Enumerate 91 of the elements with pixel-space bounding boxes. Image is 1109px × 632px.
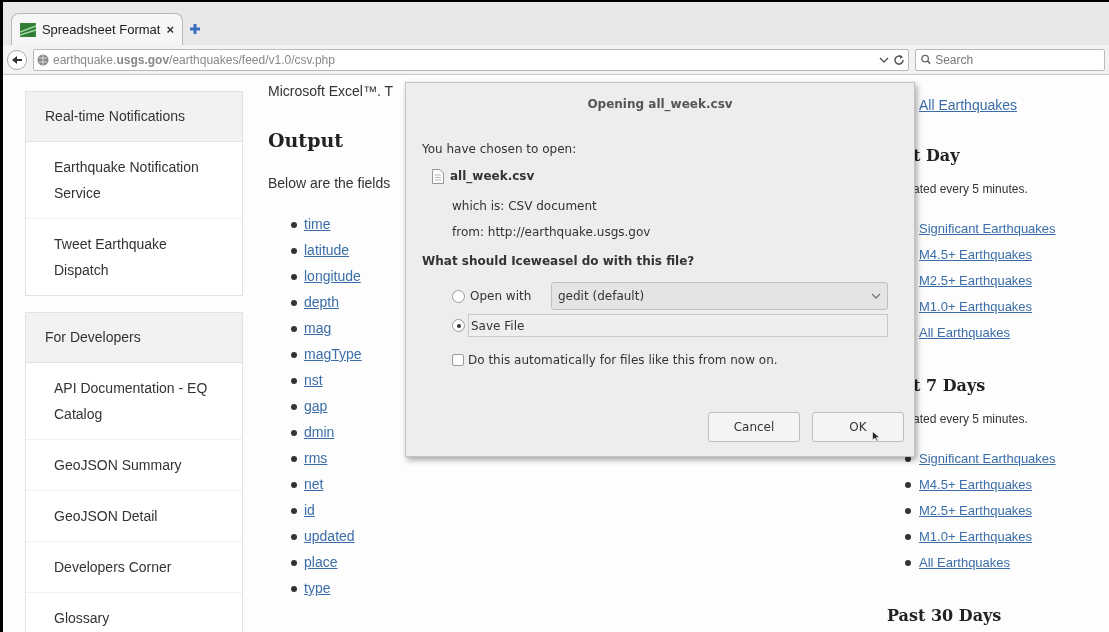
field-link[interactable]: longitude — [304, 266, 361, 287]
field-link[interactable]: mag — [304, 318, 332, 339]
field-link[interactable]: depth — [304, 292, 340, 313]
bullet-icon — [291, 481, 297, 488]
application-dropdown[interactable]: gedit (default) — [551, 282, 888, 310]
mouse-cursor-icon — [872, 431, 880, 442]
field-link[interactable]: dmin — [304, 422, 335, 443]
bullet-icon — [291, 533, 297, 540]
bullet-icon — [291, 507, 297, 514]
field-link[interactable]: type — [304, 578, 331, 599]
earthquake-link[interactable]: Significant Earthquakes — [919, 219, 1056, 239]
bullet-icon — [291, 325, 297, 332]
field-link[interactable]: id — [304, 500, 315, 521]
sidebar-link[interactable]: Earthquake Notification Service — [26, 142, 242, 219]
intro-text: Microsoft Excel™. T — [268, 82, 394, 101]
spreadsheet-icon — [20, 22, 36, 37]
earthquake-link[interactable]: M1.0+ Earthquakes — [919, 527, 1033, 547]
bullet-icon — [291, 299, 297, 306]
bullet-icon — [291, 351, 297, 358]
radio-button[interactable] — [452, 319, 465, 332]
search-icon — [921, 54, 932, 65]
file-source-text: from: http://earthquake.usgs.gov — [452, 224, 652, 241]
field-link[interactable]: nst — [304, 370, 323, 391]
bullet-icon — [291, 455, 297, 462]
field-link[interactable]: rms — [304, 448, 328, 469]
dialog-text: You have chosen to open: — [422, 141, 578, 158]
field-link[interactable]: time — [304, 214, 331, 235]
earthquake-link[interactable]: M1.0+ Earthquakes — [919, 297, 1033, 317]
earthquake-link[interactable]: M4.5+ Earthquakes — [919, 245, 1033, 265]
bullet-icon — [291, 585, 297, 592]
field-link[interactable]: magType — [304, 344, 362, 365]
tab-title: Spreadsheet Format — [41, 20, 161, 39]
earthquake-link[interactable]: All Earthquakes — [919, 553, 1011, 573]
dropdown-caret-icon[interactable] — [879, 55, 889, 64]
field-link[interactable]: updated — [304, 526, 355, 547]
lead-text: Below are the fields — [268, 173, 392, 193]
radio-label[interactable]: Save File — [468, 314, 888, 337]
sidebar-link[interactable]: API Documentation - EQ Catalog — [26, 363, 242, 440]
sidebar-link[interactable]: GeoJSON Detail — [26, 491, 242, 542]
sidebar-link[interactable]: Tweet Earthquake Dispatch — [26, 219, 242, 295]
plus-icon[interactable] — [189, 23, 201, 35]
sidebar-link[interactable]: GeoJSON Summary — [26, 440, 242, 491]
browser-tab[interactable]: Spreadsheet Format × — [11, 13, 183, 45]
dialog-button[interactable]: Cancel — [708, 412, 800, 442]
field-link[interactable]: net — [304, 474, 324, 495]
bullet-icon — [905, 560, 911, 566]
reload-icon[interactable] — [893, 53, 905, 66]
bullet-icon — [291, 221, 297, 228]
bullet-icon — [291, 403, 297, 410]
back-button[interactable] — [7, 49, 27, 70]
dialog-title: Opening all_week.csv — [587, 96, 733, 113]
earthquake-link[interactable]: All Earthquakes — [919, 95, 1097, 116]
earthquake-link[interactable]: Significant Earthquakes — [919, 449, 1056, 469]
panel-heading: Real-time Notifications — [26, 92, 242, 142]
globe-icon — [37, 53, 49, 66]
bullet-icon — [905, 534, 911, 540]
section-heading: Output — [268, 128, 345, 153]
bullet-icon — [905, 508, 911, 514]
back-arrow-icon — [11, 54, 23, 65]
file-type-text: which is: CSV document — [452, 198, 598, 215]
dialog-question: What should Iceweasel do with this file? — [422, 253, 696, 270]
sidebar-link[interactable]: Developers Corner — [26, 542, 242, 593]
checkbox-label[interactable]: Do this automatically for files like this from now on. — [468, 351, 778, 369]
bullet-icon — [905, 482, 911, 488]
url-text: earthquake.usgs.gov/earthquakes/feed/v1.0/csv.php — [53, 51, 336, 69]
earthquake-link[interactable]: All Earthquakes — [919, 323, 1011, 343]
bullet-icon — [291, 429, 297, 436]
document-icon — [432, 168, 444, 184]
bullet-icon — [291, 559, 297, 566]
radio-button[interactable] — [452, 289, 465, 303]
checkbox[interactable] — [452, 354, 464, 366]
bullet-icon — [291, 247, 297, 254]
dialog-button[interactable]: OK — [812, 412, 904, 442]
field-link[interactable]: gap — [304, 396, 328, 417]
panel-heading: For Developers — [26, 313, 242, 363]
file-name: all_week.csv — [450, 168, 535, 185]
radio-label[interactable]: Open with — [468, 287, 548, 305]
bullet-icon — [291, 377, 297, 384]
url-field[interactable]: earthquake.usgs.gov/earthquakes/feed/v1.0/csv.php — [33, 48, 909, 71]
earthquake-link[interactable]: M4.5+ Earthquakes — [919, 475, 1033, 495]
search-input[interactable]: Search — [935, 50, 1099, 69]
earthquake-link[interactable]: M2.5+ Earthquakes — [919, 501, 1033, 521]
bullet-icon — [291, 273, 297, 280]
sidebar-link[interactable]: Glossary — [26, 593, 242, 632]
section-heading: Past 30 Days — [887, 605, 1003, 627]
field-link[interactable]: latitude — [304, 240, 350, 261]
earthquake-link[interactable]: M2.5+ Earthquakes — [919, 271, 1033, 291]
field-link[interactable]: place — [304, 552, 338, 573]
chevron-down-icon — [871, 293, 881, 299]
search-field[interactable]: Search — [915, 48, 1105, 71]
close-icon[interactable]: × — [166, 19, 174, 40]
